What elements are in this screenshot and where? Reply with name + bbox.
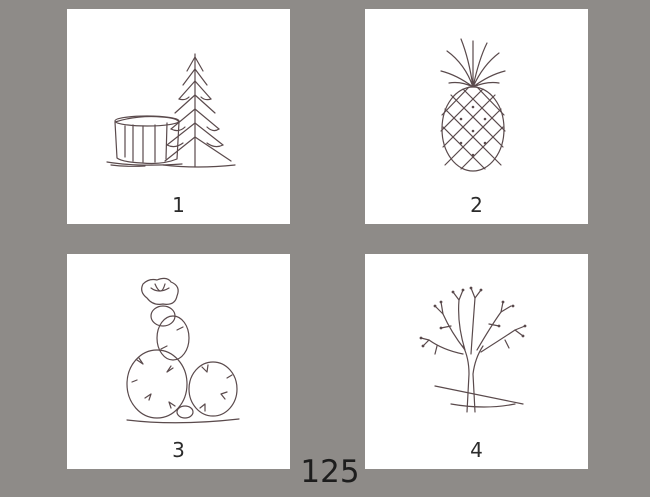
tree-stump-and-fir-icon xyxy=(106,53,236,168)
illustration-card-3[interactable]: 3 xyxy=(67,254,290,469)
card-number: 1 xyxy=(172,193,185,217)
bare-tree-icon xyxy=(419,286,527,413)
page-number: 125 xyxy=(300,454,360,490)
illustration-card-4[interactable]: 4 xyxy=(365,254,588,469)
prickly-pear-cactus-icon xyxy=(126,277,240,424)
illustration-card-2[interactable]: 2 xyxy=(365,9,588,224)
card-number: 4 xyxy=(470,438,483,462)
card-number: 3 xyxy=(172,438,185,462)
card-number: 2 xyxy=(470,193,483,217)
pineapple-icon xyxy=(440,38,506,172)
illustration-card-1[interactable]: 1 xyxy=(67,9,290,224)
